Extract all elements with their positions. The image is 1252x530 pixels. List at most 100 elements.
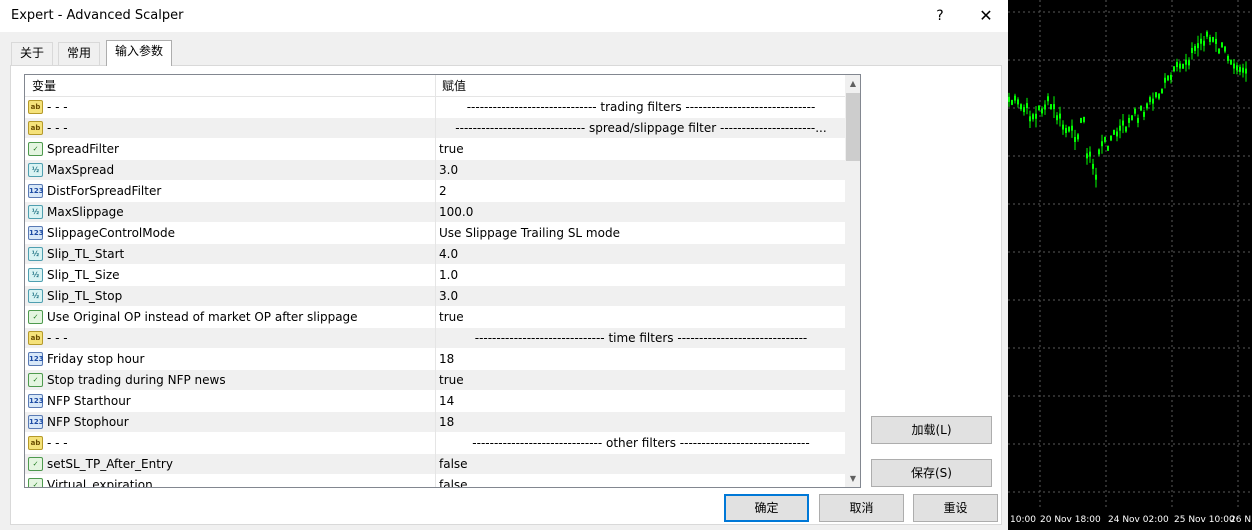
candle-body bbox=[1215, 38, 1217, 44]
table-row[interactable]: ab - - - ------------------------------ ti… bbox=[25, 328, 845, 349]
candle-body bbox=[1236, 65, 1238, 71]
table-row[interactable]: 123 DistForSpreadFilter 2 bbox=[25, 181, 845, 202]
parameter-name: - - - bbox=[47, 121, 68, 135]
scroll-down-icon[interactable]: ▼ bbox=[845, 470, 860, 487]
table-header: 变量 赋值 bbox=[25, 75, 845, 97]
candle-body bbox=[1104, 136, 1106, 142]
parameter-value[interactable]: 3.0 bbox=[439, 160, 843, 181]
candle-body bbox=[1134, 108, 1136, 114]
table-row[interactable]: ½ Slip_TL_Start 4.0 bbox=[25, 244, 845, 265]
candle-body bbox=[1044, 104, 1046, 110]
table-row[interactable]: ab - - - ------------------------------ tr… bbox=[25, 97, 845, 118]
table-row[interactable]: ✓ Virtual_expiration false bbox=[25, 475, 845, 487]
parameter-name: NFP Starthour bbox=[47, 394, 131, 408]
table-row[interactable]: ✓ Stop trading during NFP news true bbox=[25, 370, 845, 391]
candle-body bbox=[1188, 60, 1190, 66]
table-row[interactable]: ab - - - ------------------------------ ot… bbox=[25, 433, 845, 454]
vertical-scrollbar[interactable]: ▲ ▼ bbox=[845, 75, 860, 487]
parameter-value[interactable]: ------------------------------ time filt… bbox=[439, 328, 843, 349]
parameter-value[interactable]: 18 bbox=[439, 412, 843, 433]
number-123-icon: 123 bbox=[28, 352, 44, 366]
parameter-name: SlippageControlMode bbox=[47, 226, 175, 240]
parameter-value[interactable]: true bbox=[439, 370, 843, 391]
cell-divider bbox=[435, 349, 436, 370]
parameter-name: SpreadFilter bbox=[47, 142, 119, 156]
reset-button[interactable]: 重设 bbox=[913, 494, 998, 522]
parameter-value[interactable]: true bbox=[439, 139, 843, 160]
bool-icon: ✓ bbox=[28, 457, 43, 471]
parameter-value[interactable]: ------------------------------ other fil… bbox=[439, 433, 843, 454]
candle-body bbox=[1149, 97, 1151, 103]
candle-body bbox=[1167, 75, 1169, 81]
parameter-value[interactable]: false bbox=[439, 454, 843, 475]
candle-body bbox=[1095, 174, 1097, 180]
parameter-value[interactable]: false bbox=[439, 475, 843, 487]
parameter-value[interactable]: 18 bbox=[439, 349, 843, 370]
help-button[interactable]: ? bbox=[928, 4, 952, 28]
table-row[interactable]: ½ Slip_TL_Size 1.0 bbox=[25, 265, 845, 286]
table-row[interactable]: 123 NFP Starthour 14 bbox=[25, 391, 845, 412]
tab-common[interactable]: 常用 bbox=[58, 42, 101, 65]
candle-body bbox=[1050, 104, 1052, 110]
parameter-value[interactable]: ------------------------------ spread/sl… bbox=[439, 118, 843, 139]
ab-icon: ab bbox=[28, 436, 43, 450]
table-row[interactable]: ✓ setSL_TP_After_Entry false bbox=[25, 454, 845, 475]
tab-inputs[interactable]: 输入参数 bbox=[106, 40, 173, 66]
tab-about[interactable]: 关于 bbox=[11, 42, 54, 65]
time-axis-label: 20 Nov 18:00 bbox=[1040, 515, 1101, 525]
cancel-button[interactable]: 取消 bbox=[819, 494, 904, 522]
number-123-icon: 123 bbox=[28, 415, 44, 429]
parameter-value[interactable]: 14 bbox=[439, 391, 843, 412]
parameter-name: - - - bbox=[47, 436, 68, 450]
table-row[interactable]: ✓ SpreadFilter true bbox=[25, 139, 845, 160]
candle-body bbox=[1239, 66, 1241, 72]
candle-body bbox=[1221, 42, 1223, 48]
scroll-up-icon[interactable]: ▲ bbox=[845, 75, 860, 92]
candle-body bbox=[1122, 120, 1124, 126]
candle-body bbox=[1029, 116, 1031, 122]
ok-button[interactable]: 确定 bbox=[724, 494, 809, 522]
candle-body bbox=[1092, 163, 1094, 169]
dialog-body: 关于 常用 输入参数 变量 赋值 ab - - - ----------------… bbox=[0, 32, 1008, 530]
candle-body bbox=[1011, 99, 1013, 105]
parameter-value[interactable]: 3.0 bbox=[439, 286, 843, 307]
bool-icon: ✓ bbox=[28, 373, 43, 387]
column-header-value[interactable]: 赋值 bbox=[435, 75, 466, 97]
cell-divider bbox=[435, 244, 436, 265]
parameter-value[interactable]: 2 bbox=[439, 181, 843, 202]
table-row[interactable]: ½ MaxSlippage 100.0 bbox=[25, 202, 845, 223]
candle-body bbox=[1179, 63, 1181, 69]
table-row[interactable]: ✓ Use Original OP instead of market OP af… bbox=[25, 307, 845, 328]
fraction-icon: ½ bbox=[28, 247, 43, 261]
parameter-value[interactable]: Use Slippage Trailing SL mode bbox=[439, 223, 843, 244]
table-row[interactable]: 123 NFP Stophour 18 bbox=[25, 412, 845, 433]
table-row[interactable]: 123 Friday stop hour 18 bbox=[25, 349, 845, 370]
table-row[interactable]: ½ Slip_TL_Stop 3.0 bbox=[25, 286, 845, 307]
candle-body bbox=[1137, 117, 1139, 123]
save-button[interactable]: 保存(S) bbox=[871, 459, 992, 487]
cell-divider bbox=[435, 118, 436, 139]
table-row[interactable]: ½ MaxSpread 3.0 bbox=[25, 160, 845, 181]
parameter-value[interactable]: true bbox=[439, 307, 843, 328]
scrollbar-thumb[interactable] bbox=[846, 93, 860, 161]
table-row[interactable]: 123 SlippageControlMode Use Slippage Trail… bbox=[25, 223, 845, 244]
parameter-name: Slip_TL_Start bbox=[47, 247, 125, 261]
title-bar[interactable]: Expert - Advanced Scalper ? ✕ bbox=[0, 0, 1008, 32]
candle-body bbox=[1209, 36, 1211, 42]
candle-body bbox=[1242, 67, 1244, 73]
candle-body bbox=[1017, 99, 1019, 105]
table-body: ab - - - ------------------------------ tr… bbox=[25, 97, 845, 487]
parameter-value[interactable]: 100.0 bbox=[439, 202, 843, 223]
table-row[interactable]: ab - - - ------------------------------ sp… bbox=[25, 118, 845, 139]
cell-divider bbox=[435, 223, 436, 244]
load-button[interactable]: 加载(L) bbox=[871, 416, 992, 444]
parameter-value[interactable]: 4.0 bbox=[439, 244, 843, 265]
candle-body bbox=[1056, 115, 1058, 121]
close-button[interactable]: ✕ bbox=[972, 4, 1000, 28]
parameter-value[interactable]: ------------------------------ trading f… bbox=[439, 97, 843, 118]
column-header-variable[interactable]: 变量 bbox=[25, 75, 56, 97]
ab-icon: ab bbox=[28, 331, 43, 345]
candle-body bbox=[1047, 96, 1049, 102]
parameter-value[interactable]: 1.0 bbox=[439, 265, 843, 286]
cell-divider bbox=[435, 454, 436, 475]
